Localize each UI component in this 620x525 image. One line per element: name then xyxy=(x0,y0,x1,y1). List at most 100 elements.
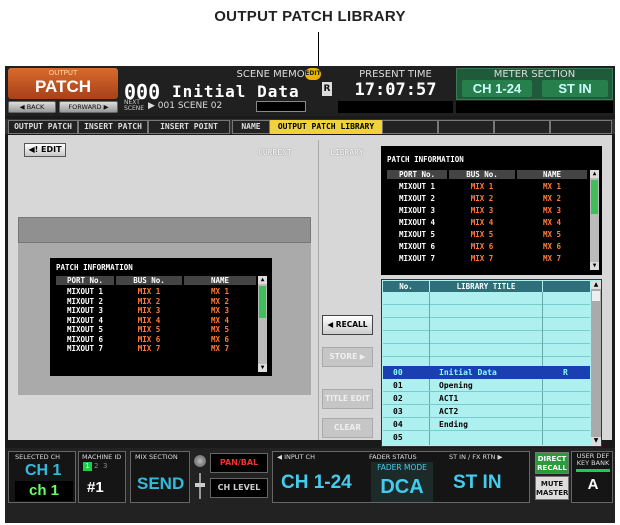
encoder-knob-icon xyxy=(193,453,207,501)
list-item[interactable]: 01 Opening xyxy=(383,379,590,392)
library-row-flag: R xyxy=(563,368,568,377)
table-row: MIX 2 xyxy=(137,296,161,306)
library-header-name: NAME xyxy=(517,170,587,179)
machine-id-3: 3 xyxy=(103,462,108,470)
edit-button[interactable]: ◀! EDIT xyxy=(24,143,66,157)
scroll-thumb[interactable] xyxy=(592,291,600,301)
library-header-title: LIBRARY TITLE xyxy=(430,281,542,292)
table-row: MIXOUT 2 xyxy=(398,194,436,203)
table-row: MIXOUT 7 xyxy=(66,344,104,353)
library-header-no: No. xyxy=(383,281,429,292)
fader-mode-label: FADER MODE xyxy=(377,463,427,472)
scroll-up-icon[interactable]: ▲ xyxy=(258,276,267,284)
table-row: MIXOUT 5 xyxy=(398,230,436,239)
bank-indicator xyxy=(576,469,610,472)
current-patch-table: PATCH INFORMATION PORT No. BUS No. NAME … xyxy=(50,258,272,376)
scroll-thumb[interactable] xyxy=(259,286,266,318)
output-function-indicator[interactable]: OUTPUT PATCH xyxy=(8,68,118,99)
scroll-up-icon[interactable]: ▲ xyxy=(590,170,599,178)
current-header-bus: BUS No. xyxy=(116,276,182,285)
list-item[interactable]: 02 ACT1 xyxy=(383,392,590,405)
current-bus-column: MIX 1 MIX 2 MIX 3 MIX 4 MIX 5 MIX 6 MIX … xyxy=(116,287,182,354)
list-item[interactable]: 05 xyxy=(383,431,590,444)
fader-mode-box[interactable]: FADER MODE DCA xyxy=(371,462,433,502)
table-row: MIX 2 xyxy=(470,194,494,203)
library-row-no: 05 xyxy=(393,433,403,442)
tab-name[interactable]: NAME xyxy=(232,120,270,134)
store-button[interactable]: STORE ▶ xyxy=(322,347,373,367)
table-row: MIX 5 xyxy=(470,230,494,239)
table-row: MIX 3 xyxy=(470,206,494,215)
machine-id-label: MACHINE ID xyxy=(82,453,122,461)
knob-icon xyxy=(194,455,206,467)
title-edit-button[interactable]: TITLE EDIT xyxy=(322,389,373,409)
scroll-down-icon[interactable]: ▼ xyxy=(590,262,599,270)
table-row: MX 5 xyxy=(210,325,230,334)
library-label: LIBRARY xyxy=(330,148,364,157)
user-def-key-bank[interactable]: USER DEF KEY BANK A xyxy=(571,451,613,503)
tab-empty-2 xyxy=(438,120,494,134)
scroll-up-icon[interactable]: ▲ xyxy=(591,281,601,289)
tab-output-patch[interactable]: OUTPUT PATCH xyxy=(8,120,78,134)
current-name-column: MX 1 MX 2 MX 3 MX 4 MX 5 MX 6 MX 7 xyxy=(184,287,256,354)
tab-empty-3 xyxy=(494,120,550,134)
pan-bal-button[interactable]: PAN/BAL xyxy=(210,453,268,473)
library-row-no: 01 xyxy=(393,381,403,390)
user-def-label: USER DEF KEY BANK xyxy=(576,452,610,467)
table-row: MX 7 xyxy=(210,344,230,353)
recall-button[interactable]: ◀ RECALL xyxy=(322,315,373,335)
table-row: MIXOUT 3 xyxy=(398,206,436,215)
fader-icon xyxy=(195,473,205,499)
mix-section-value: SEND xyxy=(137,474,185,493)
current-scrollbar[interactable]: ▲ ▼ xyxy=(258,276,267,372)
table-row: MX 1 xyxy=(542,182,562,191)
table-row: MX 7 xyxy=(542,254,562,263)
library-list-scrollbar[interactable]: ▲ ▼ xyxy=(591,281,601,445)
back-button[interactable]: ◀ BACK xyxy=(8,101,56,113)
library-header-port: PORT No. xyxy=(387,170,447,179)
list-item[interactable]: 00 Initial Data R xyxy=(383,366,590,379)
ch-level-button[interactable]: CH LEVEL xyxy=(210,478,268,498)
forward-button[interactable]: FORWARD ▶ xyxy=(59,101,118,113)
tab-insert-patch[interactable]: INSERT PATCH xyxy=(78,120,148,134)
scroll-thumb[interactable] xyxy=(591,180,598,214)
clear-button[interactable]: CLEAR xyxy=(322,418,373,438)
table-row: MX 3 xyxy=(542,206,562,215)
table-row: MIX 4 xyxy=(470,218,494,227)
st-in-label: ST IN / FX RTN ▶ xyxy=(449,453,503,461)
library-patch-title: PATCH INFORMATION xyxy=(387,155,464,164)
mute-master-button[interactable]: MUTE MASTER xyxy=(535,476,569,500)
library-port-column: MIXOUT 1 MIXOUT 2 MIXOUT 3 MIXOUT 4 MIXO… xyxy=(387,181,447,265)
scroll-down-icon[interactable]: ▼ xyxy=(591,437,601,445)
library-header-flag xyxy=(543,281,590,292)
meter-st-button[interactable]: ST IN xyxy=(542,80,608,97)
input-ch[interactable]: CH 1-24 xyxy=(281,472,352,494)
table-row: MX 4 xyxy=(210,315,230,325)
library-empty-rows xyxy=(383,292,590,364)
tab-output-patch-library[interactable]: OUTPUT PATCH LIBRARY xyxy=(270,120,382,134)
scroll-down-icon[interactable]: ▼ xyxy=(258,364,267,372)
st-in[interactable]: ST IN xyxy=(453,472,502,494)
fader-status-label: FADER STATUS xyxy=(369,453,417,461)
mix-section[interactable]: MIX SECTION SEND xyxy=(130,451,190,503)
table-row: MX 1 xyxy=(210,287,230,296)
output-big-label: PATCH xyxy=(34,77,92,96)
selected-ch-section[interactable]: SELECTED CH CH 1 ch 1 xyxy=(8,451,76,503)
tab-insert-point[interactable]: INSERT POINT xyxy=(148,120,230,134)
table-row: MIXOUT 1 xyxy=(398,182,436,191)
table-row: MIX 5 xyxy=(137,325,161,334)
meter-ch-button[interactable]: CH 1-24 xyxy=(462,80,532,97)
selected-ch-label: SELECTED CH xyxy=(15,453,61,461)
library-row-title: Opening xyxy=(439,381,473,390)
next-scene-box xyxy=(256,101,306,112)
library-scrollbar[interactable]: ▲ ▼ xyxy=(590,170,599,270)
table-row: MIXOUT 7 xyxy=(398,254,436,263)
table-row: MX 6 xyxy=(542,242,562,251)
list-item[interactable]: 03 ACT2 xyxy=(383,405,590,418)
list-item[interactable]: 04 Ending xyxy=(383,418,590,431)
fader-dca: DCA xyxy=(380,476,424,498)
next-label-line-2: SCENE xyxy=(124,105,145,112)
library-row-title: ACT1 xyxy=(439,394,459,403)
direct-recall-button[interactable]: DIRECT RECALL xyxy=(535,452,569,474)
table-row: MIXOUT 3 xyxy=(66,306,104,315)
